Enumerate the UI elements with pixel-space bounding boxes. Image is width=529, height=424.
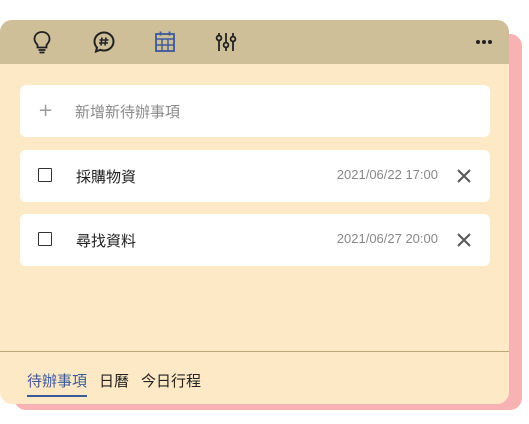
lightbulb-icon[interactable] [30, 30, 54, 54]
hashtag-chat-icon[interactable] [92, 30, 116, 54]
todo-checkbox[interactable] [38, 168, 52, 182]
more-dot [476, 40, 480, 44]
close-icon[interactable] [455, 167, 473, 185]
todo-datetime: 2021/06/22 17:00 [336, 167, 438, 182]
divider [0, 351, 509, 352]
add-todo-placeholder: 新增新待辦事項 [75, 103, 181, 121]
tab-today-schedule[interactable]: 今日行程 [141, 370, 201, 397]
more-dot [482, 40, 486, 44]
tab-todo[interactable]: 待辦事項 [27, 370, 88, 397]
todo-item: 尋找資料 2021/06/27 20:00 [20, 214, 490, 266]
sliders-icon[interactable] [214, 30, 238, 54]
bottom-tabs: 待辦事項 日曆 今日行程 [27, 370, 201, 397]
more-dot [488, 40, 492, 44]
todo-checkbox[interactable] [38, 232, 52, 246]
close-icon[interactable] [455, 231, 473, 249]
sticky-note-card: + 新增新待辦事項 採購物資 2021/06/22 17:00 尋找資料 202… [0, 20, 509, 404]
tab-calendar[interactable]: 日曆 [99, 370, 129, 397]
toolbar [0, 20, 509, 64]
more-horizontal-icon[interactable] [473, 32, 495, 52]
add-todo-input[interactable]: + 新增新待辦事項 [20, 85, 490, 137]
todo-title: 採購物資 [76, 169, 137, 186]
todo-title: 尋找資料 [76, 233, 137, 250]
calendar-icon[interactable] [153, 30, 177, 54]
todo-item: 採購物資 2021/06/22 17:00 [20, 150, 490, 202]
todo-datetime: 2021/06/27 20:00 [336, 231, 438, 246]
plus-icon: + [38, 100, 54, 121]
